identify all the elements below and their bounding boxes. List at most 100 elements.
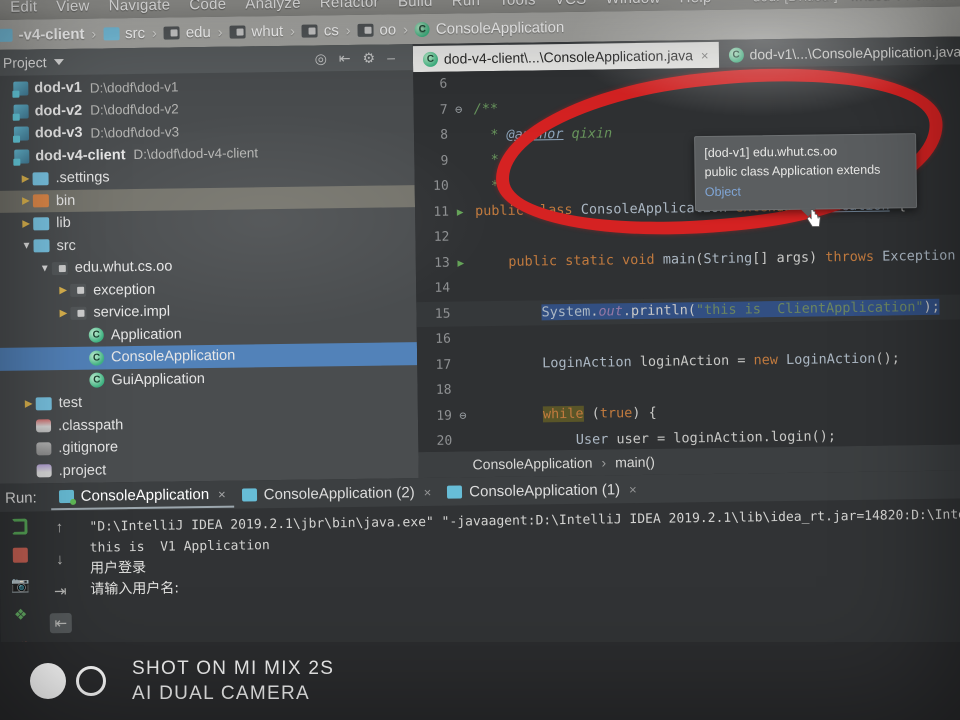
line-number: 8 xyxy=(440,127,449,144)
chevron-right-icon[interactable]: ▶ xyxy=(56,285,70,296)
tooltip-signature: public class Application extends xyxy=(704,162,881,180)
menu-item-refactor[interactable]: Refactor xyxy=(320,0,379,11)
chevron-right-icon[interactable]: ▶ xyxy=(19,196,33,207)
class-icon xyxy=(88,350,105,366)
editor-tab-1[interactable]: dod-v1\...\ConsoleApplication.java× xyxy=(718,38,960,68)
menu-item-code[interactable]: Code xyxy=(189,0,226,13)
run-tab-label: ConsoleApplication xyxy=(80,485,210,505)
run-tab-1[interactable]: ConsoleApplication (2) × xyxy=(234,479,440,508)
menu-item-edit[interactable]: Edit xyxy=(10,0,37,15)
tree-item-path: D:\dodf\dod-v2 xyxy=(90,101,179,118)
tree-item-path: D:\dodf\dod-v4-client xyxy=(133,145,259,163)
hide-icon[interactable]: – xyxy=(387,49,395,65)
project-title: Project xyxy=(2,54,47,71)
navbar-crumb-4[interactable]: › cs xyxy=(283,22,339,40)
close-icon[interactable]: × xyxy=(629,482,637,497)
menu-item-analyze[interactable]: Analyze xyxy=(245,0,301,12)
crumb-label: edu xyxy=(185,23,211,41)
navbar-crumb-5[interactable]: › oo xyxy=(339,21,397,39)
run-tab-2[interactable]: ConsoleApplication (1) × xyxy=(439,476,645,505)
stop-icon[interactable] xyxy=(9,547,31,564)
chevron-down-icon[interactable]: ▼ xyxy=(19,241,33,252)
chevron-right-icon[interactable]: ▶ xyxy=(22,398,36,409)
code-text: System.out.println("this is ClientApplic… xyxy=(541,299,940,321)
menu-item-tools[interactable]: Tools xyxy=(499,0,536,8)
collapse-all-icon[interactable]: ⇤ xyxy=(339,50,351,67)
tree-spacer: ▶ xyxy=(0,128,14,139)
class-icon xyxy=(414,21,430,37)
menu-item-help[interactable]: Help xyxy=(679,0,711,6)
chevron-right-icon[interactable]: ▶ xyxy=(19,173,33,184)
navbar-crumb-3[interactable]: › whut xyxy=(211,22,284,40)
menu-item-vcs[interactable]: VCS xyxy=(555,0,587,8)
tree-item-label: .project xyxy=(58,462,107,479)
navbar-crumb-6[interactable]: › ConsoleApplication xyxy=(396,19,564,38)
thread-dump-icon[interactable]: ❖ xyxy=(10,606,32,624)
file-icon xyxy=(35,419,52,433)
locate-icon[interactable]: ◎ xyxy=(315,50,327,67)
watermark-dots xyxy=(30,663,106,699)
line-number: 19 xyxy=(436,408,453,424)
chevron-right-icon[interactable]: ▶ xyxy=(19,218,33,229)
run-tab-0[interactable]: ConsoleApplication × xyxy=(50,481,234,511)
code-fold-icon[interactable]: ⊖ xyxy=(452,409,474,423)
folder-blue-icon xyxy=(35,396,52,411)
scroll-down-icon[interactable]: ↓ xyxy=(49,549,71,569)
menu-item-run[interactable]: Run xyxy=(452,0,481,9)
project-title-group[interactable]: Project xyxy=(3,51,315,71)
scroll-up-icon[interactable]: ↑ xyxy=(48,517,70,537)
project-tool-window: Project ◎ ⇤ ⚙ – ▶dod-v1D:\dodf\dod-v1▶do… xyxy=(0,44,419,484)
crumb-separator-icon: › xyxy=(91,25,97,42)
package-icon xyxy=(229,24,246,39)
tree-spacer: ▶ xyxy=(22,443,36,454)
tree-item-path: D:\dodf\dod-v1 xyxy=(89,79,179,96)
tree-spacer: ▶ xyxy=(75,375,89,386)
tree-spacer: ▶ xyxy=(22,421,36,432)
camera-icon[interactable]: 📷 xyxy=(9,576,31,594)
package-icon xyxy=(301,23,318,38)
tooltip-super-link[interactable]: Object xyxy=(705,184,741,199)
run-config-icon xyxy=(241,487,257,502)
rerun-icon[interactable] xyxy=(8,518,30,535)
tree-item-label: bin xyxy=(55,192,76,209)
close-icon[interactable]: × xyxy=(701,48,709,63)
menu-item-navigate[interactable]: Navigate xyxy=(109,0,171,14)
tree-item-path: D:\dodf\dod-v3 xyxy=(90,124,180,141)
line-number: 20 xyxy=(436,433,453,450)
code-fold-icon[interactable]: ⊖ xyxy=(448,103,470,117)
folder-blue-icon xyxy=(32,171,49,186)
package-icon xyxy=(70,306,87,320)
chevron-down-icon[interactable] xyxy=(53,59,64,66)
line-number: 17 xyxy=(435,357,452,373)
tooltip-line-2: public class Application extends Object xyxy=(704,161,907,203)
folder-orange-icon xyxy=(32,194,49,208)
close-icon[interactable]: × xyxy=(424,484,432,499)
chevron-down-icon[interactable]: ▼ xyxy=(38,263,52,274)
navbar-crumb-1[interactable]: › src xyxy=(84,24,145,42)
line-number: 11 xyxy=(433,204,450,220)
crumb-label: oo xyxy=(379,20,397,39)
navbar-crumb-0[interactable]: -v4-client xyxy=(0,25,85,43)
settings-gear-icon[interactable]: ⚙ xyxy=(362,49,375,66)
watermark-line-1: SHOT ON MI MIX 2S xyxy=(132,657,335,679)
menu-item-build[interactable]: Build xyxy=(398,0,433,10)
soft-wrap-icon[interactable]: ⇥ xyxy=(49,581,71,601)
menu-item-window[interactable]: Window xyxy=(605,0,660,7)
breadcrumb-class[interactable]: ConsoleApplication xyxy=(473,455,593,473)
close-icon[interactable]: × xyxy=(218,486,226,501)
run-gutter-icon[interactable]: ▶ xyxy=(449,205,471,219)
scroll-to-end-icon[interactable]: ⇤ xyxy=(49,612,72,634)
class-icon xyxy=(88,327,104,343)
chevron-right-icon[interactable]: ▶ xyxy=(56,308,70,319)
folder-blue-icon xyxy=(33,216,50,231)
code-view[interactable]: 6 7 ⊖/** 8 * @author qixin 9 * 10 */11 ▶ public… xyxy=(413,64,960,453)
project-tree[interactable]: ▶ dod-v1 D:\dodf\dod-v1 ▶ dod-v2 D:\dodf\dod-… xyxy=(0,70,419,484)
run-gutter-icon[interactable]: ▶ xyxy=(450,256,472,270)
run-tab-label: ConsoleApplication (2) xyxy=(263,483,415,503)
breadcrumb-method[interactable]: main() xyxy=(615,454,655,471)
crumb-separator-icon: › xyxy=(151,24,157,41)
navbar-crumb-2[interactable]: › edu xyxy=(145,23,211,41)
line-number: 6 xyxy=(439,76,448,93)
menu-item-view[interactable]: View xyxy=(56,0,90,15)
